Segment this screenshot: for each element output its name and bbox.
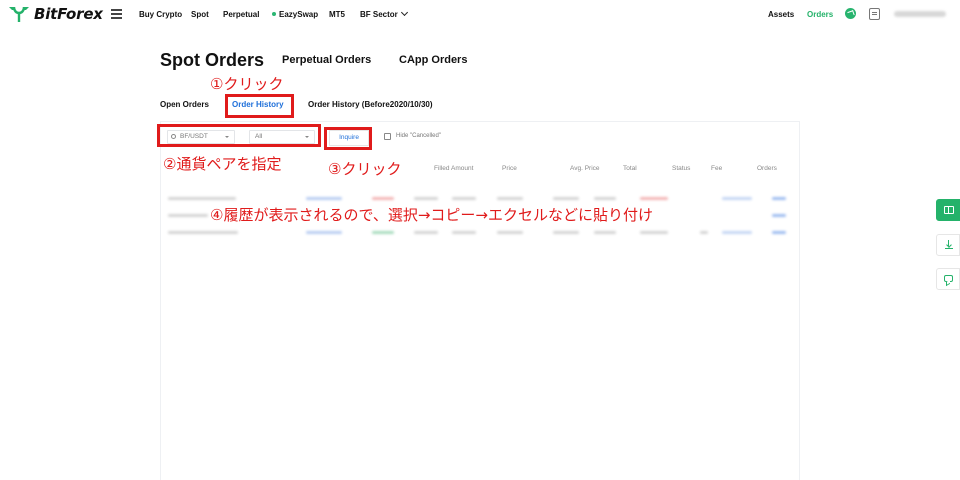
guide-button[interactable] xyxy=(936,199,960,221)
hide-cancelled-label: Hide "Cancelled" xyxy=(396,133,441,139)
subtab-order-history-before[interactable]: Order History (Before2020/10/30) xyxy=(308,100,433,109)
nav-mt5[interactable]: MT5 xyxy=(329,10,345,19)
bitforex-logo-icon xyxy=(9,6,29,22)
nav-perpetual[interactable]: Perpetual xyxy=(223,10,259,19)
highlight-box-3 xyxy=(324,127,372,150)
download-button[interactable] xyxy=(936,234,960,256)
annotation-4: ④履歴が表示されるので、選択→コピー→エクセルなどに貼り付け xyxy=(210,204,653,225)
nav-orders[interactable]: Orders xyxy=(807,10,833,19)
nav-buy-crypto[interactable]: Buy Crypto xyxy=(139,10,182,19)
rocket-icon[interactable] xyxy=(845,8,856,19)
hide-cancelled-checkbox[interactable] xyxy=(384,133,391,140)
orders-panel xyxy=(160,121,800,480)
col-filled-amount: Filled Amount xyxy=(434,165,474,172)
nav-bf-sector[interactable]: BF Sector xyxy=(360,8,408,19)
chat-icon xyxy=(944,275,953,282)
col-price: Price xyxy=(502,165,517,172)
logo[interactable]: BitForex xyxy=(8,4,103,24)
tab-perpetual-orders[interactable]: Perpetual Orders xyxy=(282,54,371,66)
book-icon xyxy=(944,206,954,214)
tab-capp-orders[interactable]: CApp Orders xyxy=(399,54,467,66)
nav-assets[interactable]: Assets xyxy=(768,10,794,19)
download-icon xyxy=(945,240,953,250)
annotation-2: ②通貨ペアを指定 xyxy=(163,155,282,173)
col-status: Status xyxy=(672,165,691,172)
account-menu[interactable] xyxy=(894,11,946,17)
col-orders: Orders xyxy=(757,165,777,172)
highlight-box-1 xyxy=(225,94,294,118)
col-fee: Fee xyxy=(711,165,723,172)
highlight-box-2 xyxy=(157,124,321,147)
annotation-1: ①クリック xyxy=(210,75,284,93)
annotation-3: ③クリック xyxy=(328,160,402,178)
nav-eazyswap[interactable]: EazySwap xyxy=(272,10,318,19)
subtab-open-orders[interactable]: Open Orders xyxy=(160,100,209,109)
page-title: Spot Orders xyxy=(160,50,265,70)
logo-text: BitForex xyxy=(34,5,103,23)
col-total: Total xyxy=(623,165,637,172)
menu-icon[interactable] xyxy=(111,9,122,19)
notification-icon[interactable] xyxy=(869,8,880,20)
top-nav: BitForex Buy Crypto Spot Perpetual EazyS… xyxy=(0,0,960,30)
status-dot-icon xyxy=(272,12,276,16)
nav-spot[interactable]: Spot xyxy=(191,10,209,19)
chat-button[interactable] xyxy=(936,268,960,290)
chevron-down-icon xyxy=(400,8,408,17)
col-avg-price: Avg. Price xyxy=(570,165,600,172)
